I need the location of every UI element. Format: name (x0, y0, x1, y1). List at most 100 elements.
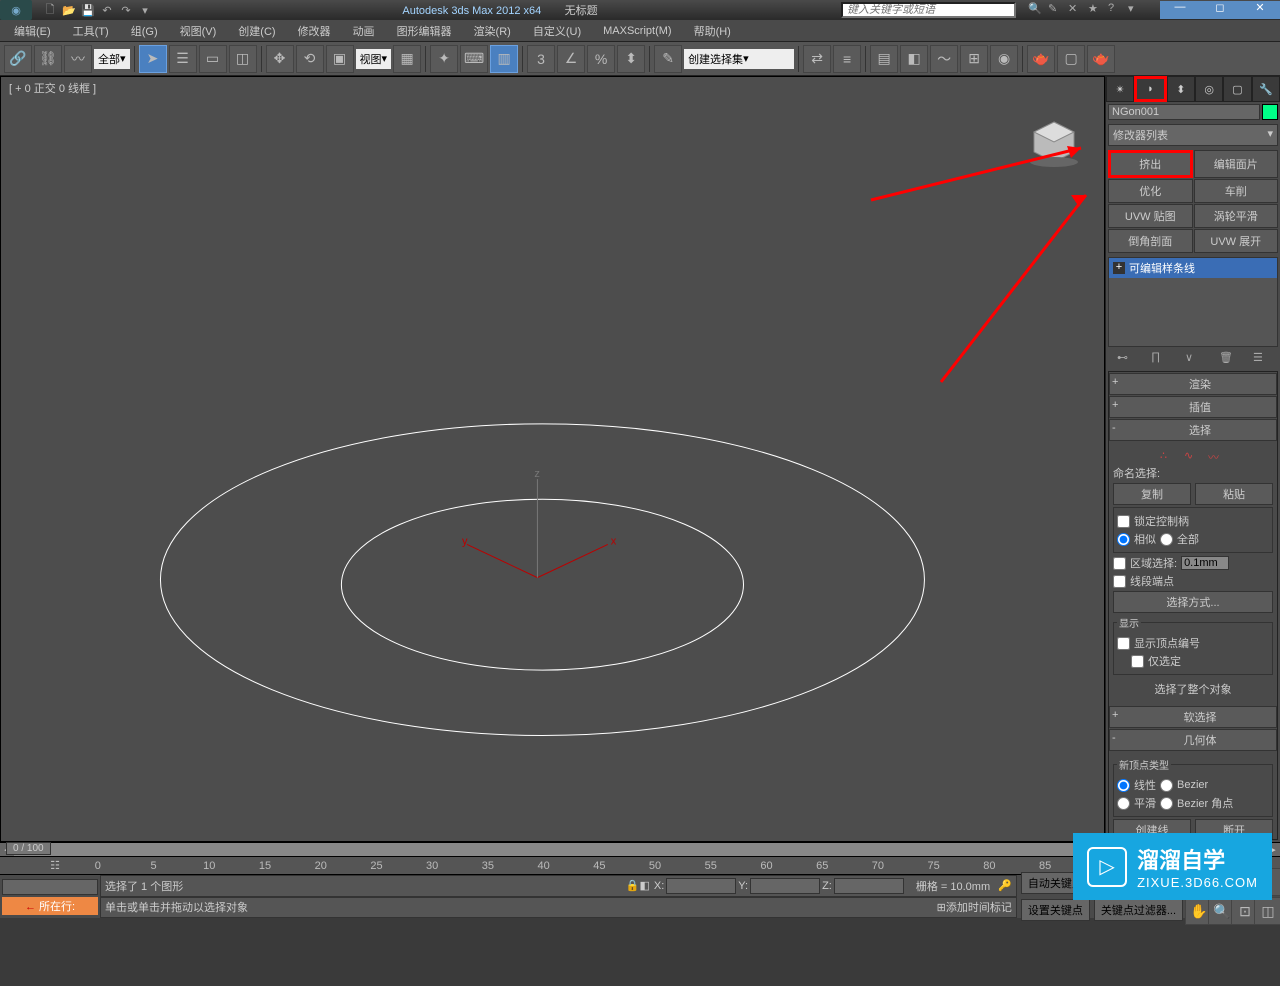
bezier-radio[interactable] (1160, 779, 1173, 792)
vertex-subobj-icon[interactable]: ∴ (1160, 449, 1178, 461)
motion-tab-icon[interactable]: ◎ (1195, 76, 1223, 102)
quick-uvw-unwrap-button[interactable]: UVW 展开 (1194, 229, 1279, 253)
bezier-corner-radio[interactable] (1160, 797, 1173, 810)
schematic-view-icon[interactable]: ⊞ (960, 45, 988, 73)
z-coord-input[interactable] (834, 878, 904, 894)
all-radio[interactable] (1160, 533, 1173, 546)
expand-icon[interactable]: + (1113, 262, 1125, 274)
rollout-soft-selection[interactable]: +软选择 (1109, 706, 1277, 728)
render-setup-icon[interactable]: 🫖 (1027, 45, 1055, 73)
remove-modifier-icon[interactable]: 🗑 (1219, 351, 1235, 367)
y-coord-input[interactable] (750, 878, 820, 894)
segment-subobj-icon[interactable]: ∿ (1184, 449, 1202, 461)
menu-graph[interactable]: 图形编辑器 (387, 21, 462, 41)
close-button[interactable]: ✕ (1240, 1, 1280, 19)
render-icon[interactable]: 🫖 (1087, 45, 1115, 73)
render-frame-icon[interactable]: ▢ (1057, 45, 1085, 73)
menu-help[interactable]: 帮助(H) (684, 21, 741, 41)
smooth-radio[interactable] (1117, 797, 1130, 810)
select-by-name-icon[interactable]: ☰ (169, 45, 197, 73)
script-mini-listener[interactable] (2, 879, 98, 895)
favorite-icon[interactable]: ★ (1088, 2, 1104, 18)
key-filters-button[interactable]: 关键点过滤器... (1094, 899, 1183, 921)
rollout-selection[interactable]: -选择 (1109, 419, 1277, 441)
angle-snap-icon[interactable]: ∠ (557, 45, 585, 73)
quick-uvw-map-button[interactable]: UVW 贴图 (1108, 204, 1193, 228)
bind-space-warp-icon[interactable]: 〰 (64, 45, 92, 73)
align-icon[interactable]: ≡ (833, 45, 861, 73)
scale-icon[interactable]: ▣ (326, 45, 354, 73)
search-icon[interactable]: 🔍 (1028, 2, 1044, 18)
menu-tools[interactable]: 工具(T) (63, 21, 119, 41)
qat-dropdown-icon[interactable]: ▾ (137, 2, 153, 18)
lock-selection-icon[interactable]: 🔒 (626, 879, 640, 892)
menu-edit[interactable]: 编辑(E) (4, 21, 61, 41)
pivot-center-icon[interactable]: ▦ (393, 45, 421, 73)
minimize-button[interactable]: — (1160, 1, 1200, 19)
material-editor-icon[interactable]: ◉ (990, 45, 1018, 73)
comm-icon[interactable]: ✎ (1048, 2, 1064, 18)
add-time-tag-button[interactable]: 添加时间标记 (946, 899, 1012, 915)
viewport[interactable]: [ + 0 正交 0 线框 ] x y z x y z (0, 76, 1105, 842)
frame-indicator[interactable]: 0 / 100 (6, 842, 51, 855)
help-search-input[interactable] (841, 2, 1016, 18)
quick-optimize-button[interactable]: 优化 (1108, 179, 1193, 203)
move-icon[interactable]: ✥ (266, 45, 294, 73)
object-color-swatch[interactable] (1262, 104, 1278, 120)
spline-subobj-icon[interactable]: 〰 (1208, 449, 1226, 461)
ref-coord-dropdown[interactable]: 视图 ▾ (356, 49, 392, 69)
menu-maxscript[interactable]: MAXScript(M) (593, 23, 681, 39)
app-icon[interactable]: ◉ (0, 0, 32, 20)
configure-sets-icon[interactable]: ☰ (1253, 351, 1269, 367)
utilities-tab-icon[interactable]: 🔧 (1252, 76, 1280, 102)
rollout-area[interactable]: +渲染 +插值 -选择 ∴ ∿ 〰 命名选择: 复制 粘贴 锁定控制柄 相似 (1108, 371, 1278, 840)
redo-icon[interactable]: ↷ (118, 2, 134, 18)
menu-customize[interactable]: 自定义(U) (523, 21, 591, 41)
modifier-stack[interactable]: + 可编辑样条线 (1108, 257, 1278, 347)
quick-lathe-button[interactable]: 车削 (1194, 179, 1279, 203)
area-select-spinner[interactable] (1181, 556, 1229, 570)
menu-create[interactable]: 创建(C) (228, 21, 285, 41)
show-vert-num-checkbox[interactable] (1117, 637, 1130, 650)
selection-filter-dropdown[interactable]: 全部 ▾ (94, 49, 130, 69)
paste-selection-button[interactable]: 粘贴 (1195, 483, 1273, 505)
exchange-icon[interactable]: ✕ (1068, 2, 1084, 18)
snap-toggle-icon[interactable]: ▥ (490, 45, 518, 73)
display-tab-icon[interactable]: ▢ (1223, 76, 1251, 102)
edit-named-sel-icon[interactable]: ✎ (654, 45, 682, 73)
quick-extrude-button[interactable]: 挤出 (1108, 150, 1193, 178)
area-select-checkbox[interactable] (1113, 557, 1126, 570)
menu-modifiers[interactable]: 修改器 (288, 21, 341, 41)
percent-snap-icon[interactable]: % (587, 45, 615, 73)
create-tab-icon[interactable]: ✴ (1106, 76, 1134, 102)
object-name-input[interactable] (1108, 104, 1260, 120)
track-config-icon[interactable]: ☷ (40, 859, 70, 872)
help-drop-icon[interactable]: ▾ (1128, 2, 1144, 18)
segment-end-checkbox[interactable] (1113, 575, 1126, 588)
menu-animation[interactable]: 动画 (343, 21, 385, 41)
curve-editor-icon[interactable]: 〜 (930, 45, 958, 73)
set-key-button[interactable]: 设置关键点 (1021, 899, 1090, 921)
unlink-icon[interactable]: ⛓ (34, 45, 62, 73)
viewcube[interactable] (1024, 117, 1084, 167)
rollout-interpolation[interactable]: +插值 (1109, 396, 1277, 418)
select-region-rect-icon[interactable]: ▭ (199, 45, 227, 73)
select-object-icon[interactable]: ➤ (139, 45, 167, 73)
mirror-icon[interactable]: ⇄ (803, 45, 831, 73)
menu-group[interactable]: 组(G) (121, 21, 168, 41)
quick-edit-patch-button[interactable]: 编辑面片 (1194, 150, 1279, 178)
rollout-geometry[interactable]: -几何体 (1109, 729, 1277, 751)
open-icon[interactable]: 📂 (61, 2, 77, 18)
linear-radio[interactable] (1117, 779, 1130, 792)
hierarchy-tab-icon[interactable]: ⬍ (1167, 76, 1195, 102)
maximize-viewport-icon[interactable]: ◫ (1254, 897, 1280, 925)
quick-bevel-profile-button[interactable]: 倒角剖面 (1108, 229, 1193, 253)
copy-selection-button[interactable]: 复制 (1113, 483, 1191, 505)
similar-radio[interactable] (1117, 533, 1130, 546)
quick-turbosmooth-button[interactable]: 涡轮平滑 (1194, 204, 1279, 228)
lock-handles-checkbox[interactable] (1117, 515, 1130, 528)
make-unique-icon[interactable]: ∨ (1185, 351, 1201, 367)
modifier-list-dropdown[interactable]: 修改器列表▾ (1108, 124, 1278, 146)
save-icon[interactable]: 💾 (80, 2, 96, 18)
spinner-snap-icon[interactable]: ⬍ (617, 45, 645, 73)
